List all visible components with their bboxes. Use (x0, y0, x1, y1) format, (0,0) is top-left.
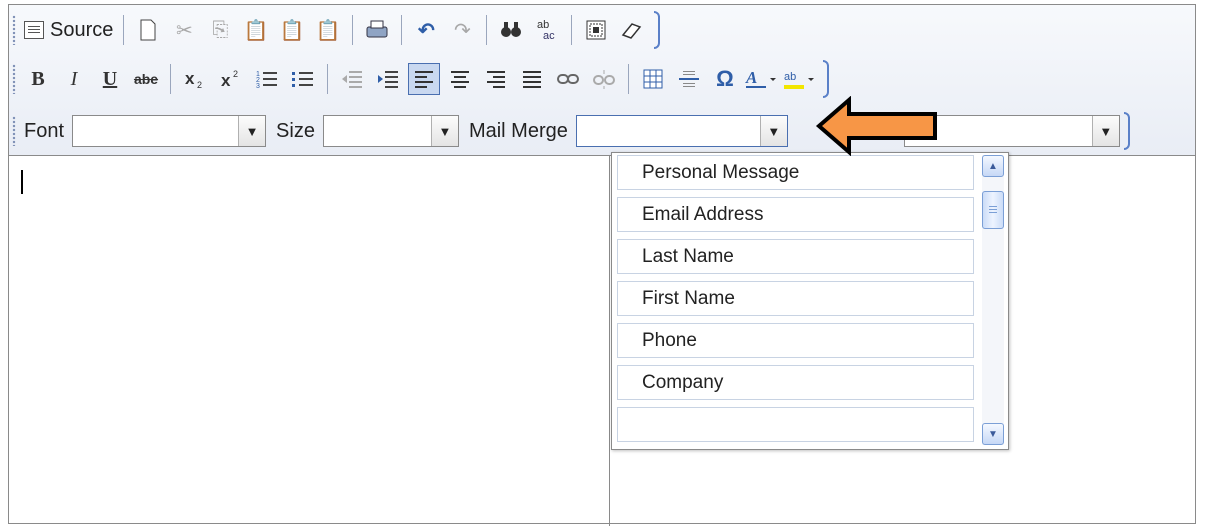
source-button[interactable]: Source (20, 14, 117, 46)
chevron-down-icon[interactable]: ▼ (430, 116, 458, 146)
scroll-up-icon[interactable]: ▲ (982, 155, 1004, 177)
toolbar-row-end (1123, 112, 1130, 150)
editor-content-area[interactable] (9, 156, 610, 526)
print-icon[interactable] (361, 14, 393, 46)
horizontal-rule-icon[interactable] (673, 63, 705, 95)
editor-toolbar: Source ✂ ⎘ 📋 📋 📋 ↶ ↷ ab ac B I U abe x 2… (9, 5, 1195, 156)
select-all-icon[interactable] (580, 14, 612, 46)
svg-text:ab: ab (784, 71, 796, 83)
align-left-icon[interactable] (408, 63, 440, 95)
paste-word-icon[interactable]: 📋 (312, 14, 344, 46)
list-item[interactable]: Phone (617, 323, 974, 358)
superscript-icon[interactable]: x2 (215, 63, 247, 95)
list-item[interactable]: Company (617, 365, 974, 400)
separator (170, 64, 171, 94)
outdent-icon[interactable] (336, 63, 368, 95)
toolbar-grip[interactable] (12, 116, 16, 146)
chevron-down-icon[interactable]: ▼ (1091, 116, 1119, 146)
undo-icon[interactable]: ↶ (410, 14, 442, 46)
toolbar-row-3: Font ▼ Size ▼ Mail Merge ▼ ▼ (9, 112, 1130, 150)
table-icon[interactable] (637, 63, 669, 95)
separator (123, 15, 125, 45)
chevron-down-icon[interactable]: ▼ (759, 116, 787, 146)
chevron-down-icon[interactable]: ▼ (238, 116, 266, 146)
toolbar-grip[interactable] (12, 64, 16, 94)
scrollbar-thumb[interactable] (982, 191, 1004, 229)
separator (327, 64, 328, 94)
separator (401, 15, 403, 45)
svg-text:3: 3 (256, 83, 260, 90)
rich-text-editor: Source ✂ ⎘ 📋 📋 📋 ↶ ↷ ab ac B I U abe x 2… (8, 4, 1196, 526)
text-color-icon[interactable]: A (745, 63, 779, 95)
separator (628, 64, 629, 94)
separator (571, 15, 573, 45)
subscript-icon[interactable]: x2 (179, 63, 211, 95)
list-item[interactable]: Email Address (617, 197, 974, 232)
underline-icon[interactable]: U (94, 63, 126, 95)
strikethrough-icon[interactable]: abe (130, 63, 162, 95)
find-icon[interactable] (495, 14, 527, 46)
toolbar-row-end (654, 11, 661, 49)
bold-icon[interactable]: B (22, 63, 54, 95)
list-item[interactable]: Last Name (617, 239, 974, 274)
special-char-icon[interactable]: Ω (709, 63, 741, 95)
bg-color-icon[interactable]: ab (783, 63, 817, 95)
font-combo[interactable]: ▼ (72, 115, 267, 147)
paste-icon[interactable]: 📋 (240, 14, 272, 46)
source-icon (24, 21, 44, 39)
dropdown-scrollbar[interactable]: ▲ ▼ (982, 155, 1004, 445)
list-item[interactable] (617, 407, 974, 442)
font-label: Font (24, 119, 65, 142)
toolbar-grip[interactable] (12, 15, 16, 45)
svg-text:ac: ac (543, 30, 555, 42)
font-value[interactable] (73, 116, 238, 146)
italic-icon[interactable]: I (58, 63, 90, 95)
redo-icon[interactable]: ↷ (446, 14, 478, 46)
svg-text:x: x (185, 69, 195, 88)
unlink-icon[interactable] (588, 63, 620, 95)
source-label: Source (50, 18, 114, 41)
copy-icon[interactable]: ⎘ (204, 14, 236, 46)
list-item[interactable]: Personal Message (617, 155, 974, 190)
svg-text:2: 2 (233, 69, 238, 79)
replace-icon[interactable]: ab ac (531, 14, 563, 46)
text-cursor (21, 170, 23, 194)
svg-text:x: x (221, 71, 231, 90)
svg-text:2: 2 (197, 80, 202, 90)
size-combo[interactable]: ▼ (322, 115, 459, 147)
paste-text-icon[interactable]: 📋 (276, 14, 308, 46)
toolbar-row-end (823, 60, 829, 98)
separator (486, 15, 488, 45)
indent-icon[interactable] (372, 63, 404, 95)
align-center-icon[interactable] (444, 63, 476, 95)
remove-format-icon[interactable] (616, 14, 648, 46)
justify-icon[interactable] (516, 63, 548, 95)
scroll-down-icon[interactable]: ▼ (982, 423, 1004, 445)
mail-merge-combo[interactable]: ▼ (575, 115, 788, 147)
new-page-icon[interactable] (132, 14, 164, 46)
callout-arrow-icon (815, 96, 937, 156)
separator (352, 15, 354, 45)
size-value[interactable] (324, 116, 431, 146)
size-label: Size (276, 119, 315, 142)
link-icon[interactable] (552, 63, 584, 95)
mail-merge-dropdown: Personal Message Email Address Last Name… (611, 152, 1009, 450)
mail-merge-label: Mail Merge (468, 119, 568, 142)
cut-icon[interactable]: ✂ (168, 14, 200, 46)
toolbar-row-1: Source ✂ ⎘ 📋 📋 📋 ↶ ↷ ab ac (9, 11, 661, 49)
numbered-list-icon[interactable]: 123 (251, 63, 283, 95)
mail-merge-value[interactable] (577, 116, 760, 146)
mail-merge-options: Personal Message Email Address Last Name… (617, 155, 974, 449)
svg-text:A: A (745, 68, 757, 87)
list-item[interactable]: First Name (617, 281, 974, 316)
bulleted-list-icon[interactable] (287, 63, 319, 95)
align-right-icon[interactable] (480, 63, 512, 95)
toolbar-row-2: B I U abe x2 x2 123 Ω A ab (9, 60, 829, 98)
